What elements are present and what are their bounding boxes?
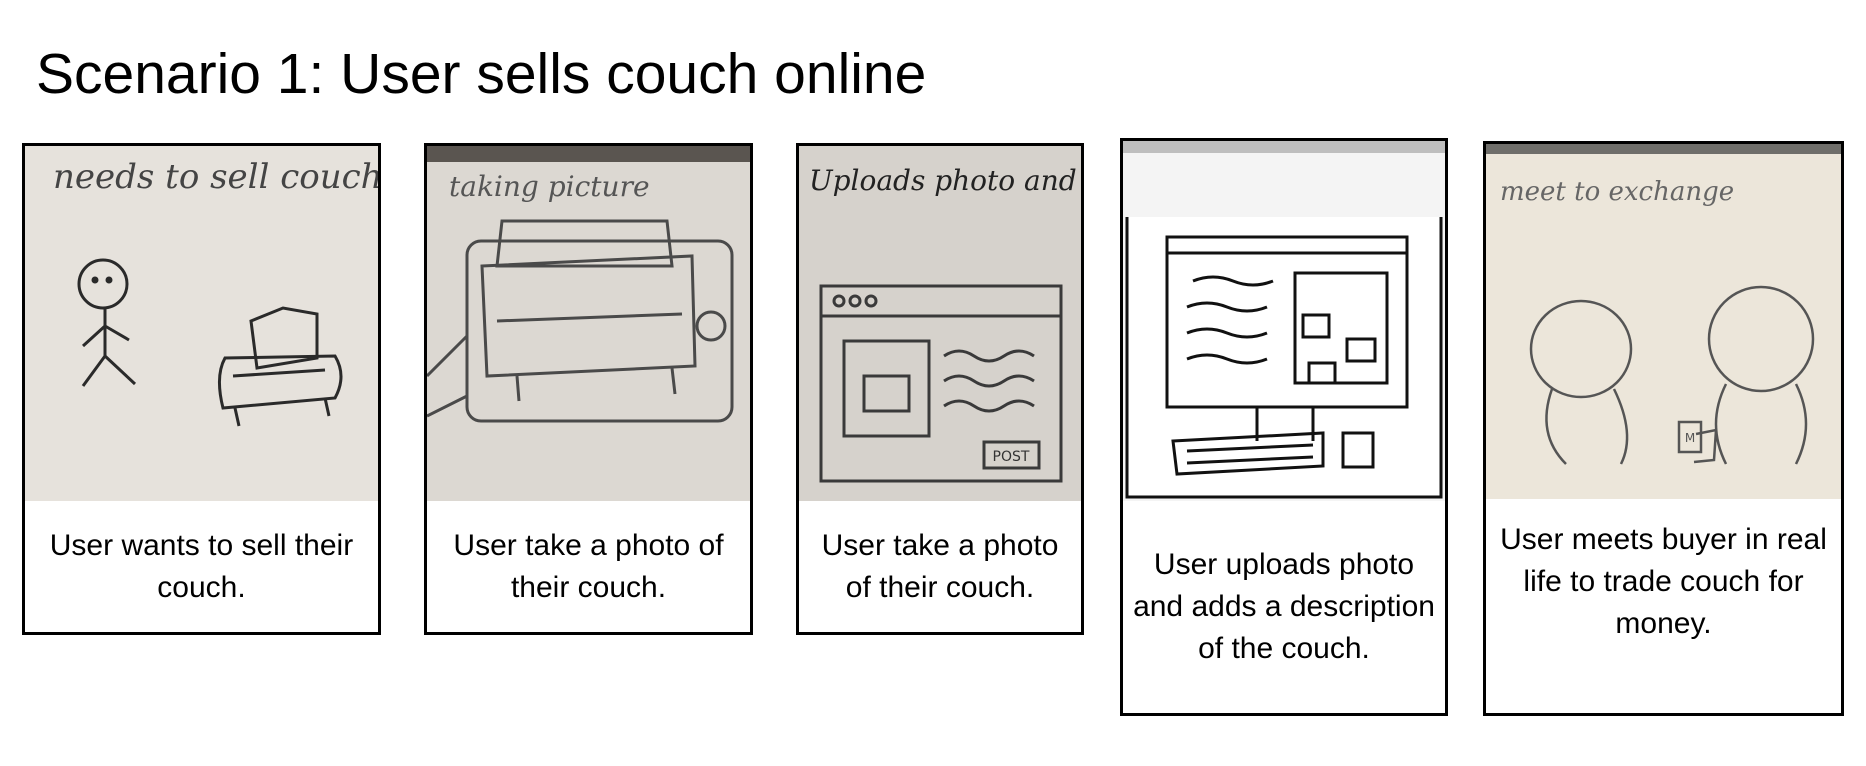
storyboard-panel-2: taking picture User take a photo of thei… (424, 143, 753, 635)
storyboard-panel-1: needs to sell couch User wants to sell t (22, 143, 381, 635)
panel-2-handwritten-label: taking picture (449, 170, 650, 203)
panel-5-handwritten-label: meet to exchange (1500, 177, 1734, 207)
panel-4-caption: User uploads photo and adds a descriptio… (1133, 548, 1435, 665)
panel-2-caption: User take a photo of their couch. (453, 528, 724, 604)
scenario-title: Scenario 1: User sells couch online (36, 42, 927, 106)
panel-5-caption: User meets buyer in real life to trade c… (1500, 523, 1827, 640)
post-button-sketch: POST (993, 449, 1030, 465)
money-sketch-label: M (1685, 431, 1695, 445)
storyboard-panel-4: User uploads photo and adds a descriptio… (1120, 138, 1448, 716)
storyboard-panel-3: Uploads photo and adds descrip POST User… (796, 143, 1084, 635)
panel-4-sketch (1123, 141, 1445, 501)
computer-monitor-sketch (1125, 217, 1443, 499)
panel-3-caption: User take a photo of their couch. (821, 528, 1059, 604)
storyboard-panel-5: meet to exchange M User meets buyer in r… (1483, 141, 1844, 716)
panel-3-sketch: Uploads photo and adds descrip POST (799, 146, 1081, 501)
panel-1-handwritten-label: needs to sell couch (53, 157, 378, 197)
panel-1-sketch: needs to sell couch (25, 146, 378, 501)
panel-1-caption: User wants to sell their couch. (49, 528, 354, 604)
panel-3-handwritten-label: Uploads photo and adds descrip (809, 164, 1081, 197)
panel-2-sketch: taking picture (427, 146, 750, 501)
panel-5-sketch: meet to exchange M (1486, 144, 1841, 499)
